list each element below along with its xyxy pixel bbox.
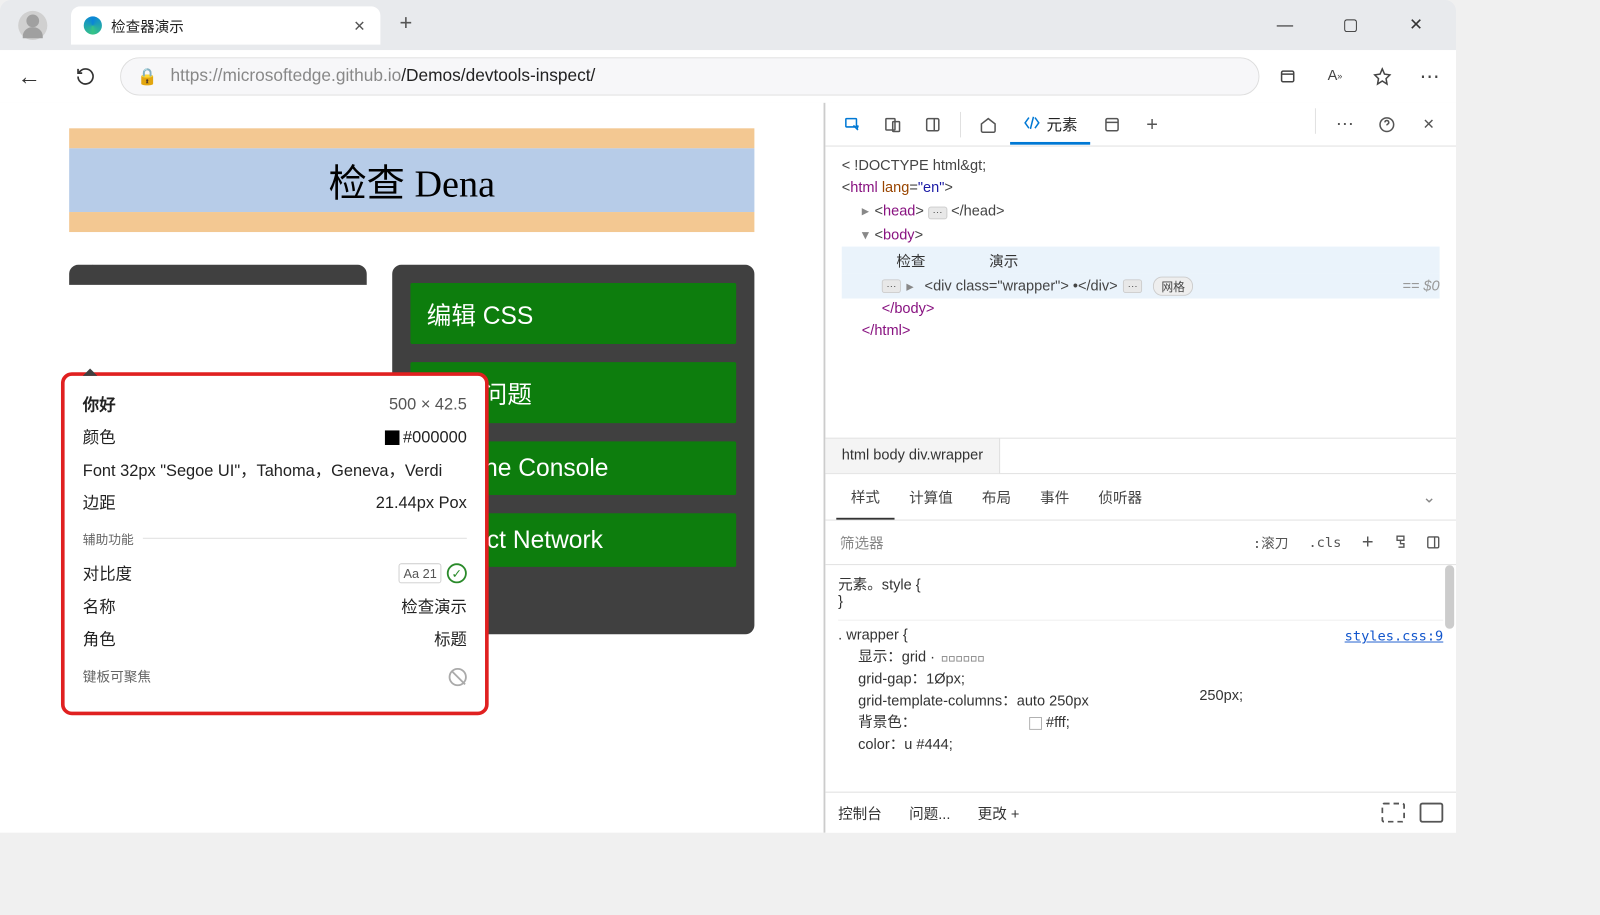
page-banner: 检查 Dena xyxy=(69,148,754,212)
devtools-panel: 元素 + ⋯ ✕ < !DOCTYPE html&gt; <html lang=… xyxy=(824,103,1456,833)
refresh-button[interactable] xyxy=(67,58,103,94)
element-style-selector[interactable]: 元素。style { xyxy=(838,572,1443,594)
drawer-icon-2[interactable] xyxy=(1420,803,1444,823)
events-tab[interactable]: 事件 xyxy=(1026,475,1084,519)
close-window-button[interactable]: ✕ xyxy=(1396,10,1436,39)
more-icon[interactable]: ⋯ xyxy=(1414,61,1445,92)
lock-icon: 🔒 xyxy=(137,67,157,86)
devtools-help-button[interactable] xyxy=(1369,108,1405,141)
inspect-element-button[interactable] xyxy=(834,108,870,141)
tt-font: Font 32px "Segoe UI"，Tahoma，Geneva，Verdi xyxy=(83,458,442,482)
tt-margin-value: 21.44px Pox xyxy=(376,493,467,512)
changes-drawer-tab[interactable]: 更改 + xyxy=(978,802,1020,824)
app-icon[interactable] xyxy=(1272,61,1303,92)
scrollbar[interactable] xyxy=(1445,565,1454,629)
styles-tab[interactable]: 样式 xyxy=(836,474,894,519)
edit-css-button[interactable]: 编辑 CSS xyxy=(410,283,736,344)
hov-button[interactable]: :滚刀 xyxy=(1246,529,1296,555)
dom-anno-2: 演示 xyxy=(989,249,1018,271)
tt-name-label: 名称 xyxy=(83,594,116,618)
devtools-more-button[interactable]: ⋯ xyxy=(1327,108,1363,141)
add-tab-button[interactable]: + xyxy=(1134,108,1170,141)
dom-breadcrumb[interactable]: html body div.wrapper xyxy=(825,438,1456,474)
layout-tab[interactable]: 布局 xyxy=(967,475,1025,519)
tt-name-value: 检查演示 xyxy=(401,594,467,618)
drawer-icon-1[interactable] xyxy=(1381,803,1405,823)
color-swatch-icon xyxy=(385,430,400,445)
favorite-icon[interactable] xyxy=(1367,61,1398,92)
expand-arrow-icon[interactable]: ▸ xyxy=(906,277,919,295)
dom-anno-1: 检查 xyxy=(896,249,925,271)
dom-selected-node[interactable]: ⋯ ▸ <div class="wrapper"> •</div> ⋯ 网格 =… xyxy=(842,274,1440,299)
issues-drawer-tab[interactable]: 问题... xyxy=(909,802,950,824)
read-aloud-icon[interactable]: A» xyxy=(1320,61,1351,92)
grid-editor-icon[interactable] xyxy=(942,656,984,661)
console-drawer-tab[interactable]: 控制台 xyxy=(838,802,882,824)
maximize-button[interactable]: ▢ xyxy=(1330,10,1370,39)
address-bar[interactable]: 🔒 https://microsoftedge.github.io/Demos/… xyxy=(120,57,1259,95)
styles-filter-input[interactable]: 筛选器 xyxy=(834,526,1240,559)
inspect-tooltip: 你好 500 × 42.5 颜色 #000000 Font 32px "Segoe … xyxy=(61,372,489,715)
tt-title: 你好 xyxy=(83,392,116,416)
elements-tab[interactable]: 元素 xyxy=(1010,104,1090,144)
paint-icon[interactable] xyxy=(1387,529,1414,556)
dock-side-button[interactable] xyxy=(915,108,951,141)
tt-contrast-badge: Aa 21 xyxy=(399,563,441,583)
tt-margin-label: 边距 xyxy=(83,490,116,514)
elements-tab-label: 元素 xyxy=(1047,111,1078,134)
source-link[interactable]: styles.css:9 xyxy=(1345,628,1444,644)
tt-color-value: #000000 xyxy=(403,427,467,445)
ellipsis-badge[interactable]: ⋯ xyxy=(928,207,947,220)
dom-tree[interactable]: < !DOCTYPE html&gt; <html lang="en"> ▸<h… xyxy=(825,147,1456,438)
application-tab-button[interactable] xyxy=(1094,108,1130,141)
tt-role-value: 标题 xyxy=(434,627,467,651)
card-left-top xyxy=(69,265,367,285)
page-strip xyxy=(69,212,754,232)
tab-close-icon[interactable]: ✕ xyxy=(351,17,367,33)
banner-heading: 检查 Dena xyxy=(328,152,495,208)
page-top-strip xyxy=(69,128,754,148)
ellipsis-badge[interactable]: ⋯ xyxy=(882,279,901,293)
ellipsis-badge[interactable]: ⋯ xyxy=(1123,279,1142,293)
dom-doctype[interactable]: < !DOCTYPE html&gt; xyxy=(842,156,1440,178)
tt-contrast-label: 对比度 xyxy=(83,561,132,585)
dom-dollar-ref: == $0 xyxy=(1402,278,1439,294)
listeners-tab[interactable]: 侦听器 xyxy=(1084,475,1157,519)
ban-icon xyxy=(449,667,467,685)
expand-chevron-icon[interactable]: ⌄ xyxy=(1413,487,1445,506)
new-rule-icon[interactable]: + xyxy=(1354,529,1381,556)
cls-button[interactable]: .cls xyxy=(1301,531,1348,555)
device-toolbar-button[interactable] xyxy=(875,108,911,141)
computed-tab[interactable]: 计算值 xyxy=(895,475,968,519)
breadcrumb-item[interactable]: html body div.wrapper xyxy=(825,439,1000,474)
toggle-pane-icon[interactable] xyxy=(1420,529,1447,556)
tt-dimensions: 500 × 42.5 xyxy=(389,394,467,413)
url-path: /Demos/devtools-inspect/ xyxy=(401,66,595,85)
collapse-arrow-icon[interactable]: ▾ xyxy=(862,226,875,244)
expand-arrow-icon[interactable]: ▸ xyxy=(862,202,875,220)
check-circle-icon: ✓ xyxy=(447,564,467,584)
welcome-tab-button[interactable] xyxy=(970,108,1006,141)
tt-a11y-section: 辅助功能 xyxy=(83,531,134,549)
minimize-button[interactable]: — xyxy=(1265,10,1305,39)
profile-avatar[interactable] xyxy=(18,10,47,39)
tt-keyboard-label: 键板可聚焦 xyxy=(83,667,151,686)
tt-role-label: 角色 xyxy=(83,627,116,651)
grid-badge[interactable]: 网格 xyxy=(1153,277,1193,296)
browser-tab[interactable]: 检查器演示 ✕ xyxy=(71,6,380,44)
color-swatch-icon[interactable] xyxy=(1030,717,1043,730)
url-host: https://microsoftedge.github.io xyxy=(171,66,402,85)
styles-body[interactable]: 元素。style { } styles.css:9 . wrapper { 显示… xyxy=(825,565,1456,792)
tab-title: 检查器演示 xyxy=(111,14,342,36)
new-tab-button[interactable]: + xyxy=(391,10,420,39)
back-button[interactable]: ← xyxy=(11,58,47,94)
tt-color-label: 颜色 xyxy=(83,425,116,449)
devtools-close-button[interactable]: ✕ xyxy=(1411,108,1447,141)
edge-logo-icon xyxy=(84,16,102,34)
